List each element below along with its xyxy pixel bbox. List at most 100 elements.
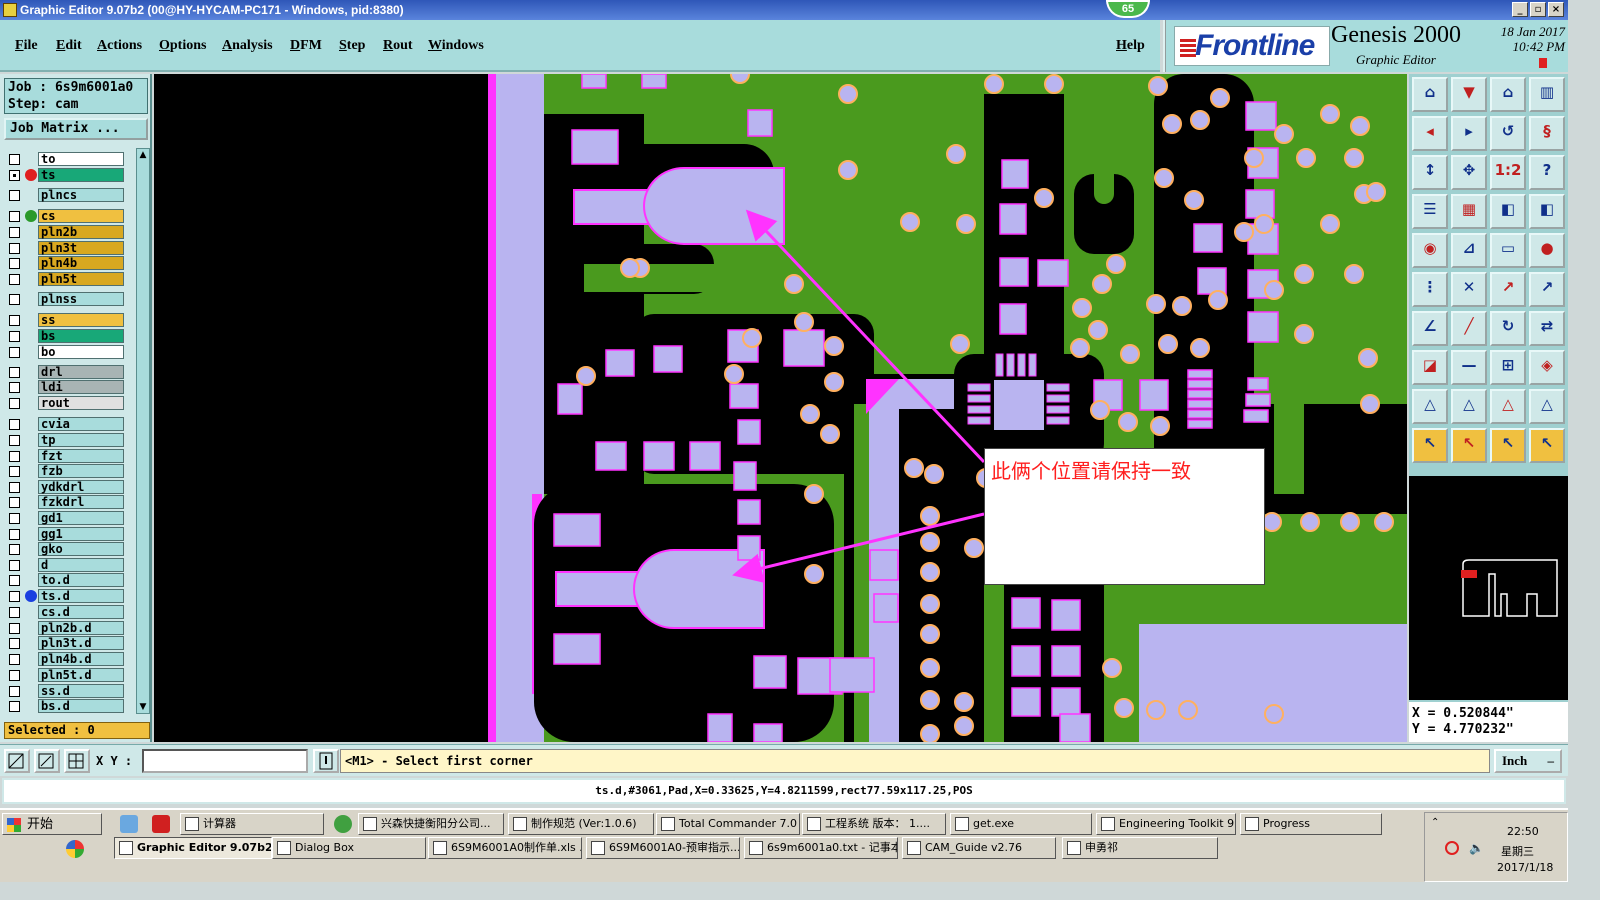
grid-view-button[interactable]: ▦: [1451, 194, 1487, 229]
layer-row[interactable]: ldi: [4, 380, 136, 394]
layer-name[interactable]: ldi: [38, 380, 124, 394]
layer-name[interactable]: bs: [38, 329, 124, 343]
layer-checkbox[interactable]: [9, 529, 20, 540]
taskbar-item[interactable]: Dialog Box: [272, 837, 426, 859]
layer-checkbox[interactable]: [9, 190, 20, 201]
menu-options[interactable]: Options: [159, 38, 206, 54]
layer-name[interactable]: pln5t.d: [38, 668, 124, 682]
layer-row[interactable]: drl: [4, 365, 136, 379]
layer-checkbox[interactable]: [9, 466, 20, 477]
layer-row[interactable]: pln2b.d: [4, 621, 136, 635]
layer-checkbox[interactable]: [9, 398, 20, 409]
layer-row[interactable]: pln4b.d: [4, 652, 136, 666]
layer-name[interactable]: rout: [38, 396, 124, 410]
layer-checkbox[interactable]: [9, 211, 20, 222]
mirror-tool-button[interactable]: ⇄: [1529, 311, 1565, 346]
layer-toggle-2-button[interactable]: ◧: [1529, 194, 1565, 229]
layer-row[interactable]: pln3t: [4, 241, 136, 255]
triangle-tool-button[interactable]: △: [1412, 389, 1448, 424]
layer-checkbox[interactable]: [9, 382, 20, 393]
layer-name[interactable]: gko: [38, 542, 124, 556]
dimension-button[interactable]: ⊞: [1490, 350, 1526, 385]
layer-name[interactable]: pln4b: [38, 256, 124, 270]
scroll-up-icon[interactable]: ▲: [138, 150, 148, 160]
job-matrix-button[interactable]: Job Matrix ...: [4, 118, 148, 140]
pointer-3-button[interactable]: ↖: [1490, 428, 1526, 463]
layer-row[interactable]: d: [4, 558, 136, 572]
step-button[interactable]: §: [1529, 116, 1565, 151]
snap-tool-button[interactable]: ☰: [1412, 194, 1448, 229]
layer-row[interactable]: fzb: [4, 464, 136, 478]
colors-icon[interactable]: [66, 840, 84, 858]
layer-name[interactable]: pln4b.d: [38, 652, 124, 666]
angle-tool-button[interactable]: ∠: [1412, 311, 1448, 346]
layer-name[interactable]: ss: [38, 313, 124, 327]
layer-checkbox[interactable]: [9, 513, 20, 524]
layer-checkbox[interactable]: [9, 482, 20, 493]
layer-name[interactable]: ts: [38, 168, 124, 182]
layer-row[interactable]: pln5t.d: [4, 668, 136, 682]
tray-icon-speaker[interactable]: 🔈: [1469, 841, 1484, 855]
split-view-button[interactable]: ▥: [1529, 77, 1565, 112]
taskbar-item[interactable]: Total Commander 7.0 ...: [656, 813, 800, 835]
layer-name[interactable]: to.d: [38, 573, 124, 587]
layer-row[interactable]: ts: [4, 168, 136, 182]
taskbar-item[interactable]: Engineering Toolkit 9....: [1096, 813, 1236, 835]
layer-row[interactable]: gd1: [4, 511, 136, 525]
layer-row[interactable]: ts.d: [4, 589, 136, 603]
layer-checkbox[interactable]: [9, 227, 20, 238]
layer-checkbox[interactable]: [9, 315, 20, 326]
taskbar-item[interactable]: Graphic Editor 9.07b2 ...: [114, 837, 272, 859]
taskbar-item[interactable]: 6s9m6001a0.txt - 记事本: [744, 837, 898, 859]
pad-tool-button[interactable]: ◉: [1412, 233, 1448, 268]
layer-row[interactable]: fzkdrl: [4, 495, 136, 509]
layer-checkbox[interactable]: [9, 243, 20, 254]
layer-row[interactable]: ss.d: [4, 684, 136, 698]
grid-button[interactable]: [64, 749, 90, 773]
layer-name[interactable]: fzt: [38, 449, 124, 463]
layer-checkbox[interactable]: [9, 451, 20, 462]
menu-actions[interactable]: Actions: [97, 38, 142, 54]
menu-dfm[interactable]: DFM: [290, 38, 322, 54]
layer-row[interactable]: cs: [4, 209, 136, 223]
rotate-tool-button[interactable]: ↻: [1490, 311, 1526, 346]
layer-checkbox[interactable]: [9, 497, 20, 508]
triangle-2-button[interactable]: △: [1451, 389, 1487, 424]
layer-checkbox[interactable]: [9, 623, 20, 634]
menu-step[interactable]: Step: [339, 38, 365, 54]
pointer-tool-button[interactable]: ↖: [1412, 428, 1448, 463]
layer-row[interactable]: plncs: [4, 188, 136, 202]
scale-1-2-button[interactable]: 1:2: [1490, 155, 1526, 190]
layer-scrollbar[interactable]: ▲ ▼: [136, 148, 150, 714]
browser-icon[interactable]: [334, 815, 352, 833]
layer-checkbox[interactable]: [9, 435, 20, 446]
menu-file[interactable]: File: [15, 38, 38, 54]
layer-checkbox[interactable]: [9, 294, 20, 305]
layer-checkbox[interactable]: [9, 367, 20, 378]
snap-button[interactable]: [4, 749, 30, 773]
layer-name[interactable]: pln2b.d: [38, 621, 124, 635]
layer-name[interactable]: d: [38, 558, 124, 572]
layer-name[interactable]: pln3t.d: [38, 636, 124, 650]
layer-toggle-button[interactable]: ◧: [1490, 194, 1526, 229]
help-query-button[interactable]: ?: [1529, 155, 1565, 190]
pan-right-button[interactable]: ▸: [1451, 116, 1487, 151]
layer-checkbox[interactable]: [9, 575, 20, 586]
layer-row[interactable]: cs.d: [4, 605, 136, 619]
group-tool-button[interactable]: ◈: [1529, 350, 1565, 385]
layer-name[interactable]: gd1: [38, 511, 124, 525]
layer-name[interactable]: tp: [38, 433, 124, 447]
layer-checkbox[interactable]: [9, 591, 20, 602]
tray-icon-red[interactable]: [1445, 841, 1459, 855]
restore-button[interactable]: ▫: [1530, 2, 1546, 17]
layer-checkbox[interactable]: [9, 154, 20, 165]
menu-rout[interactable]: Rout: [383, 38, 413, 54]
layer-name[interactable]: plnss: [38, 292, 124, 306]
taskbar-item[interactable]: 申勇祁: [1062, 837, 1218, 859]
layer-row[interactable]: ydkdrl: [4, 480, 136, 494]
layer-name[interactable]: pln5t: [38, 272, 124, 286]
taskbar-item[interactable]: CAM_Guide v2.76: [902, 837, 1056, 859]
cross-tool-button[interactable]: ✕: [1451, 272, 1487, 307]
layer-name[interactable]: bo: [38, 345, 124, 359]
minimize-button[interactable]: _: [1512, 2, 1528, 17]
